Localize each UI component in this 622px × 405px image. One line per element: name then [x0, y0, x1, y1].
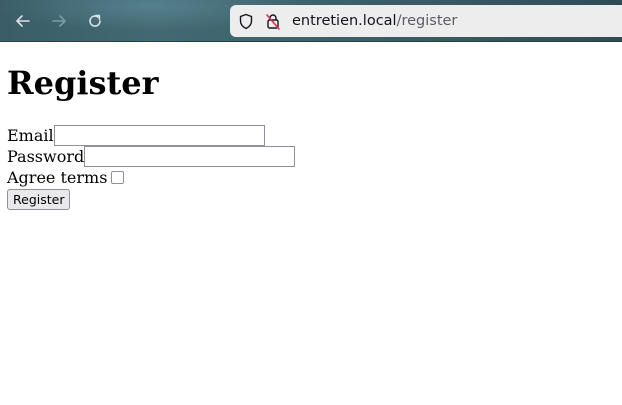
page-content: Register Email Password Agree terms Regi… [7, 42, 607, 210]
url-path: /register [396, 13, 458, 29]
insecure-lock-icon[interactable] [264, 12, 282, 30]
register-button[interactable]: Register [7, 189, 71, 210]
reload-icon [89, 14, 101, 27]
password-field[interactable] [84, 146, 296, 167]
url-text[interactable]: entretien.local/register [292, 12, 457, 30]
browser-toolbar: entretien.local/register [0, 0, 622, 42]
address-bar[interactable]: entretien.local/register [230, 5, 622, 37]
forward-button[interactable] [47, 9, 71, 33]
url-domain: entretien.local [292, 13, 397, 29]
email-row: Email [7, 125, 607, 146]
shield-icon[interactable] [237, 12, 255, 30]
email-label: Email [7, 126, 54, 145]
arrow-left-icon [16, 15, 30, 27]
agree-terms-checkbox[interactable] [111, 171, 125, 184]
password-row: Password [7, 146, 607, 167]
agree-terms-label: Agree terms [7, 168, 108, 187]
register-form: Email Password Agree terms Register [7, 125, 607, 210]
arrow-right-icon [52, 15, 66, 27]
submit-row: Register [7, 189, 607, 210]
back-button[interactable] [11, 9, 35, 33]
agree-row: Agree terms [7, 167, 607, 188]
reload-button[interactable] [83, 9, 107, 33]
page-title: Register [7, 64, 159, 102]
password-label: Password [7, 147, 85, 166]
email-field[interactable] [53, 125, 265, 146]
